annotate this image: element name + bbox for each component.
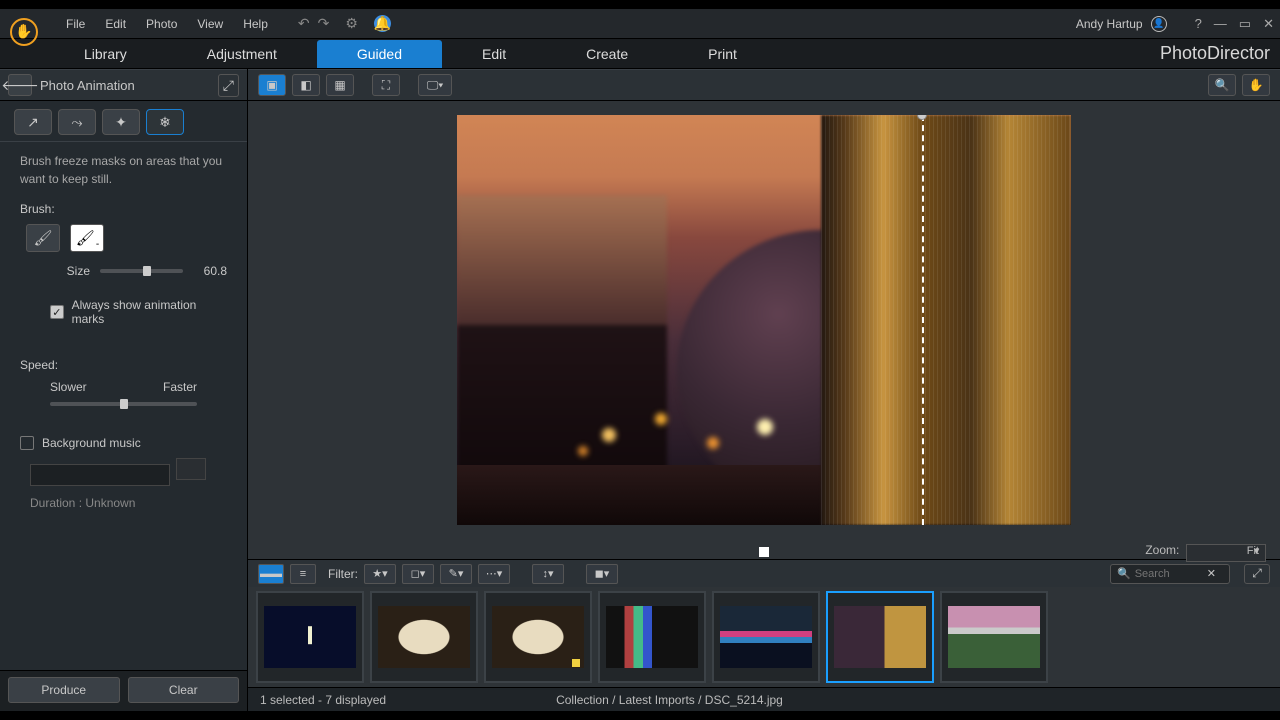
maximize-icon[interactable]: ▭	[1239, 16, 1251, 32]
user-avatar-icon[interactable]: 👤	[1151, 16, 1167, 32]
brush-label: Brush:	[20, 202, 227, 216]
view-single-icon[interactable]: ▣	[258, 74, 286, 96]
thumbnail[interactable]	[940, 591, 1048, 683]
canvas-area[interactable]	[248, 101, 1280, 539]
speed-label: Speed:	[20, 358, 227, 372]
view-toolbar: ▣ ◧ ▦ ⛶ 🖵▾ 🔍 ✋	[248, 69, 1280, 101]
size-value: 60.8	[193, 264, 227, 278]
thumbnail-selected[interactable]	[826, 591, 934, 683]
view-fullscreen-icon[interactable]: ⛶	[372, 74, 400, 96]
bg-music-path-input	[30, 464, 170, 486]
zoom-select[interactable]: Fit	[1186, 544, 1266, 562]
bg-music-browse-button	[176, 458, 206, 480]
show-marks-checkbox[interactable]: ✓	[50, 305, 64, 319]
speed-slower-label: Slower	[50, 380, 87, 394]
view-grid-icon[interactable]: ▦	[326, 74, 354, 96]
panel-title: Photo Animation	[40, 78, 218, 93]
app-logo-icon	[10, 18, 38, 46]
search-input[interactable]	[1135, 568, 1203, 580]
filter-more-icon[interactable]: ⋯▾	[478, 564, 510, 584]
panel-back-button[interactable]: 🡐	[8, 74, 32, 96]
search-box[interactable]: 🔍 ✕	[1110, 564, 1230, 584]
menu-bar: File Edit Photo View Help ↶ ↷ ⚙ 🔔 Andy H…	[0, 9, 1280, 39]
search-clear-icon[interactable]: ✕	[1207, 567, 1216, 580]
mode-tabs: Library Adjustment Guided Edit Create Pr…	[0, 39, 1280, 69]
view-compare-icon[interactable]: ◧	[292, 74, 320, 96]
close-icon[interactable]: ✕	[1263, 16, 1274, 32]
tab-print[interactable]: Print	[668, 40, 777, 68]
filter-rating-icon[interactable]: ★▾	[364, 564, 396, 584]
photo-preview[interactable]	[457, 115, 1071, 525]
menu-edit[interactable]: Edit	[95, 13, 136, 35]
minimize-icon[interactable]: —	[1214, 16, 1227, 32]
status-bar: 1 selected - 7 displayed Collection / La…	[248, 687, 1280, 711]
thumbnail[interactable]	[598, 591, 706, 683]
help-icon[interactable]: ?	[1195, 16, 1202, 32]
speed-faster-label: Faster	[163, 380, 197, 394]
panel-undock-icon[interactable]: ⤢	[218, 74, 239, 97]
strip-undock-icon[interactable]: ⤢	[1244, 564, 1270, 584]
user-name[interactable]: Andy Hartup	[1076, 17, 1143, 31]
filmstrip-toolbar: ▬▬ ≡ Filter: ★▾ ◻▾ ✎▾ ⋯▾ ↕▾ ◼▾ 🔍 ✕ ⤢	[248, 559, 1280, 587]
notification-bell-icon[interactable]: 🔔	[374, 15, 391, 32]
thumbnail[interactable]	[712, 591, 820, 683]
status-selection: 1 selected - 7 displayed	[260, 693, 386, 707]
right-area: ▣ ◧ ▦ ⛶ 🖵▾ 🔍 ✋	[248, 69, 1280, 711]
speed-slider[interactable]	[50, 402, 197, 406]
app-brand: PhotoDirector	[1160, 43, 1280, 64]
zoom-tool-icon[interactable]: 🔍	[1208, 74, 1236, 96]
thumbnail[interactable]	[484, 591, 592, 683]
tool-instruction: Brush freeze masks on areas that you wan…	[0, 142, 247, 194]
motion-curve-tool[interactable]: ⤳	[58, 109, 96, 135]
undo-icon[interactable]: ↶	[298, 15, 310, 32]
tab-adjustment[interactable]: Adjustment	[167, 40, 317, 68]
bg-music-checkbox[interactable]	[20, 436, 34, 450]
status-path: Collection / Latest Imports / DSC_5214.j…	[556, 693, 783, 707]
menu-photo[interactable]: Photo	[136, 13, 187, 35]
menu-file[interactable]: File	[56, 13, 95, 35]
view-secondary-display-icon[interactable]: 🖵▾	[418, 74, 452, 96]
clear-button[interactable]: Clear	[128, 677, 240, 703]
play-stop-button[interactable]	[759, 547, 769, 557]
filmstrip	[248, 587, 1280, 687]
tab-edit[interactable]: Edit	[442, 40, 546, 68]
tab-library[interactable]: Library	[44, 40, 167, 68]
search-icon: 🔍	[1117, 567, 1131, 580]
bg-music-duration: Duration : Unknown	[30, 496, 227, 510]
freeze-brush-tool[interactable]: ❄	[146, 109, 184, 135]
filter-label: Filter:	[328, 567, 358, 581]
brush-erase-button[interactable]: 🖌	[70, 224, 104, 252]
thumbnail[interactable]	[370, 591, 478, 683]
filter-edit-icon[interactable]: ✎▾	[440, 564, 472, 584]
strip-view-large-icon[interactable]: ▬▬	[258, 564, 284, 584]
produce-button[interactable]: Produce	[8, 677, 120, 703]
strip-view-list-icon[interactable]: ≡	[290, 564, 316, 584]
freeze-mask-divider[interactable]	[922, 115, 924, 525]
filter-flag-icon[interactable]: ◻▾	[402, 564, 434, 584]
motion-arrow-tool[interactable]: ↗	[14, 109, 52, 135]
pan-tool-icon[interactable]: ✋	[1242, 74, 1270, 96]
settings-gear-icon[interactable]: ⚙	[345, 15, 358, 32]
sort-icon[interactable]: ↕▾	[532, 564, 564, 584]
zoom-label: Zoom:	[1145, 543, 1179, 557]
menu-help[interactable]: Help	[233, 13, 278, 35]
tab-create[interactable]: Create	[546, 40, 668, 68]
left-panel: 🡐 Photo Animation ⤢ ↗ ⤳ ✦ ❄ Brush freeze…	[0, 69, 248, 711]
size-label: Size	[50, 264, 90, 278]
thumbnail[interactable]	[256, 591, 364, 683]
bg-music-label: Background music	[42, 436, 141, 450]
show-marks-label: Always show animation marks	[72, 298, 227, 326]
brush-add-button[interactable]: 🖌	[26, 224, 60, 252]
tab-guided[interactable]: Guided	[317, 40, 442, 68]
redo-icon[interactable]: ↷	[318, 15, 330, 32]
menu-view[interactable]: View	[187, 13, 233, 35]
anchor-tool[interactable]: ✦	[102, 109, 140, 135]
size-slider[interactable]	[100, 269, 183, 273]
label-color-icon[interactable]: ◼▾	[586, 564, 618, 584]
